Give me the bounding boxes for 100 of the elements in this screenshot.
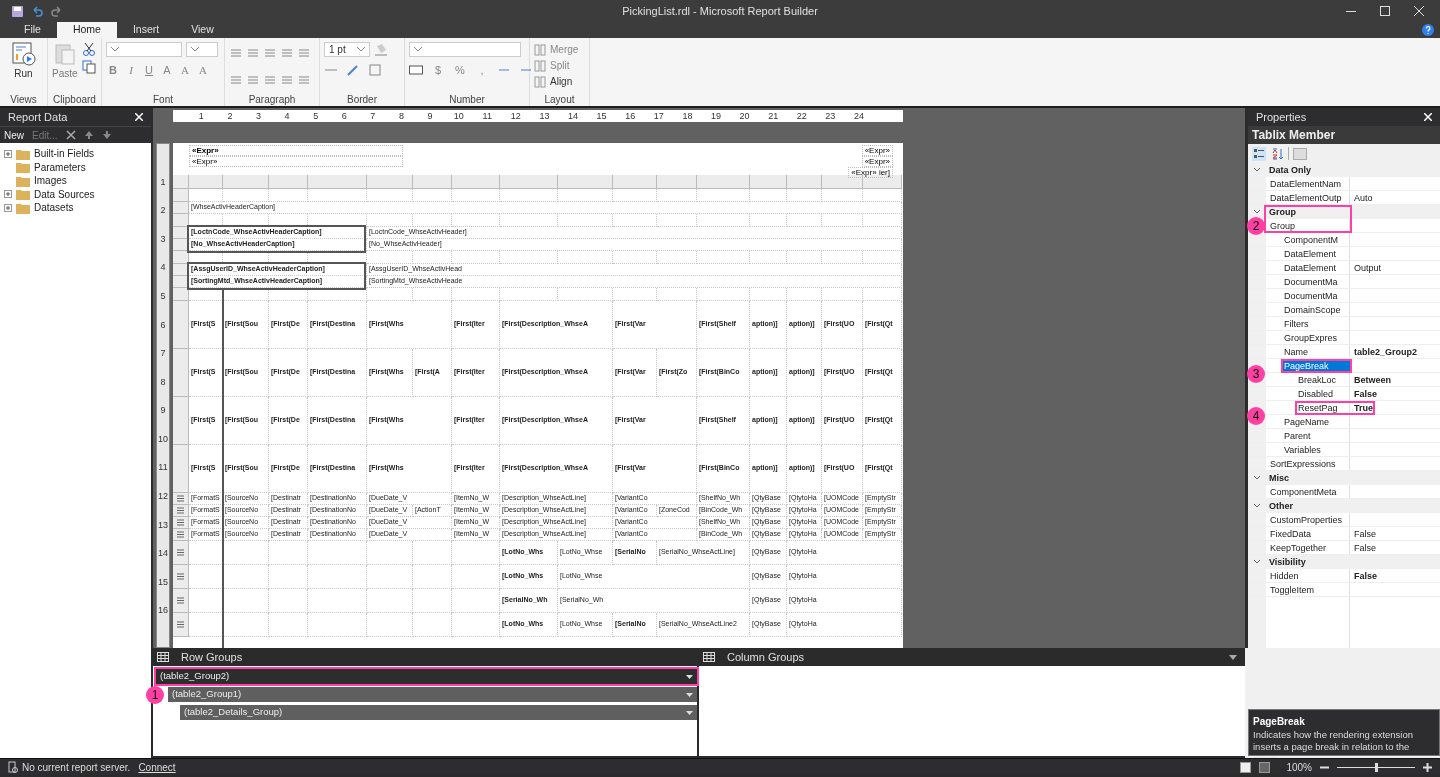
tree-item[interactable]: Parameters <box>4 160 86 174</box>
property-name[interactable]: GroupExpres <box>1283 332 1350 343</box>
property-name[interactable]: BreakLoc <box>1297 374 1350 385</box>
tree-item[interactable]: Data Sources <box>4 187 95 201</box>
ruler-number: 3 <box>254 110 262 122</box>
group-item[interactable]: (table2_Group2) <box>156 669 697 684</box>
property-name[interactable]: Hidden <box>1269 570 1350 581</box>
ruler-number: 18 <box>681 110 694 122</box>
ribbon-tab[interactable]: File <box>8 22 57 38</box>
property-name[interactable]: CustomProperties <box>1269 514 1350 525</box>
property-name[interactable]: DataElement <box>1283 262 1350 273</box>
group-item[interactable]: (table2_Group1) <box>168 687 697 702</box>
run-button[interactable]: Run <box>11 42 36 93</box>
layout-button[interactable]: Align <box>534 74 579 89</box>
ruler-number: 9 <box>159 404 167 418</box>
ruler-number: 8 <box>159 375 167 389</box>
ruler-number: 4 <box>159 261 167 275</box>
ruler-number: 15 <box>595 110 608 122</box>
ruler-number: 22 <box>795 110 808 122</box>
property-name[interactable]: Group <box>1269 220 1350 231</box>
group-label: Border <box>346 93 378 106</box>
ruler-number: 1 <box>197 110 205 122</box>
ruler-number: 14 <box>567 110 579 122</box>
ruler-number: 5 <box>159 289 167 303</box>
ruler-number: 2 <box>226 110 234 122</box>
window-title: PickingList.rdl - Microsoft Report Builder <box>621 3 819 19</box>
property-name[interactable]: ComponentM <box>1283 234 1350 245</box>
property-value[interactable]: Between <box>1354 374 1391 385</box>
property-name[interactable]: ToggleItem <box>1269 584 1350 595</box>
property-name[interactable]: FixedData <box>1269 528 1350 539</box>
category-header[interactable]: Visibility <box>1266 557 1306 567</box>
panel-title: Report Data <box>8 109 68 125</box>
ruler-number: 3 <box>159 232 167 246</box>
group-label: Clipboard <box>52 93 97 106</box>
ruler-number: 5 <box>312 110 320 122</box>
ruler-number: 6 <box>340 110 348 122</box>
property-value[interactable]: False <box>1354 528 1376 539</box>
ruler-number: 16 <box>624 110 637 122</box>
connect-link[interactable]: Connect <box>138 759 176 775</box>
ruler-number: 6 <box>159 318 167 332</box>
ruler-number: 13 <box>538 110 551 122</box>
ruler-number: 17 <box>652 110 665 122</box>
property-name[interactable]: PageName <box>1283 416 1350 427</box>
new-button[interactable]: New <box>4 127 24 143</box>
ribbon-tab[interactable]: View <box>175 22 230 38</box>
group-item[interactable]: (table2_Details_Group) <box>180 705 697 720</box>
panel-title: Properties <box>1256 109 1307 125</box>
property-name[interactable]: Variables <box>1283 444 1350 455</box>
property-value[interactable]: table2_Group2 <box>1354 346 1418 357</box>
format-button[interactable]: , <box>475 63 489 77</box>
category-header[interactable]: Group <box>1266 207 1296 217</box>
property-value[interactable]: False <box>1354 542 1376 553</box>
property-name[interactable]: DataElementNam <box>1269 178 1350 189</box>
category-header[interactable]: Other <box>1266 501 1293 511</box>
help-title: PageBreak <box>1253 715 1306 729</box>
ruler-number: 4 <box>283 110 291 122</box>
property-name[interactable]: DocumentMa <box>1283 276 1350 287</box>
ribbon-tab[interactable]: Insert <box>116 22 176 38</box>
property-value[interactable]: False <box>1354 388 1377 399</box>
group-label: Layout <box>543 93 576 106</box>
tree-item[interactable]: Datasets <box>4 201 74 215</box>
status-text: No current report server. <box>22 760 131 775</box>
property-value[interactable]: Output <box>1354 262 1382 273</box>
property-name[interactable]: DataElement <box>1283 248 1350 259</box>
property-value[interactable]: Auto <box>1354 192 1373 203</box>
property-name[interactable]: Name <box>1283 346 1350 357</box>
panel-title: Column Groups <box>727 649 805 665</box>
property-name[interactable]: DomainScope <box>1283 304 1350 315</box>
property-name[interactable]: Parent <box>1283 430 1350 441</box>
property-name[interactable]: ResetPag <box>1297 402 1350 413</box>
property-name[interactable]: Disabled <box>1297 388 1350 399</box>
dropdown[interactable]: 1 pt <box>324 42 370 57</box>
property-value[interactable]: True <box>1354 402 1373 413</box>
format-button[interactable]: % <box>453 63 467 77</box>
tree-item[interactable]: Built-in Fields <box>4 147 95 161</box>
property-name[interactable]: DataElementOutp <box>1269 192 1350 203</box>
ruler-number: 21 <box>767 110 780 122</box>
ruler-number: 14 <box>157 547 169 561</box>
category-header[interactable]: Data Only <box>1266 165 1311 175</box>
expression-field: «Expr» <box>861 145 893 156</box>
expression-field: «Expr» <box>861 156 893 167</box>
ruler-number: 10 <box>157 432 169 446</box>
ruler-number: 19 <box>709 110 722 122</box>
ruler-number: 20 <box>738 110 751 122</box>
property-name[interactable]: PageBreak <box>1283 360 1350 371</box>
property-name[interactable]: KeepTogether <box>1269 542 1350 553</box>
property-name[interactable]: DocumentMa <box>1283 290 1350 301</box>
tree-item[interactable]: Images <box>4 174 67 188</box>
ruler-number: 23 <box>824 110 837 122</box>
property-name[interactable]: Filters <box>1283 318 1350 329</box>
category-header[interactable]: Misc <box>1266 473 1289 483</box>
property-name[interactable]: ComponentMeta <box>1269 486 1350 497</box>
ruler-number: 11 <box>481 110 493 122</box>
property-value[interactable]: False <box>1354 570 1377 581</box>
ribbon-tab[interactable]: Home <box>56 22 117 38</box>
ruler-number: 1 <box>159 175 167 189</box>
property-name[interactable]: SortExpressions <box>1269 458 1350 469</box>
group-label: Paragraph <box>247 93 297 106</box>
ruler-number: 9 <box>426 110 434 122</box>
paste-button[interactable]: Paste <box>52 42 78 93</box>
